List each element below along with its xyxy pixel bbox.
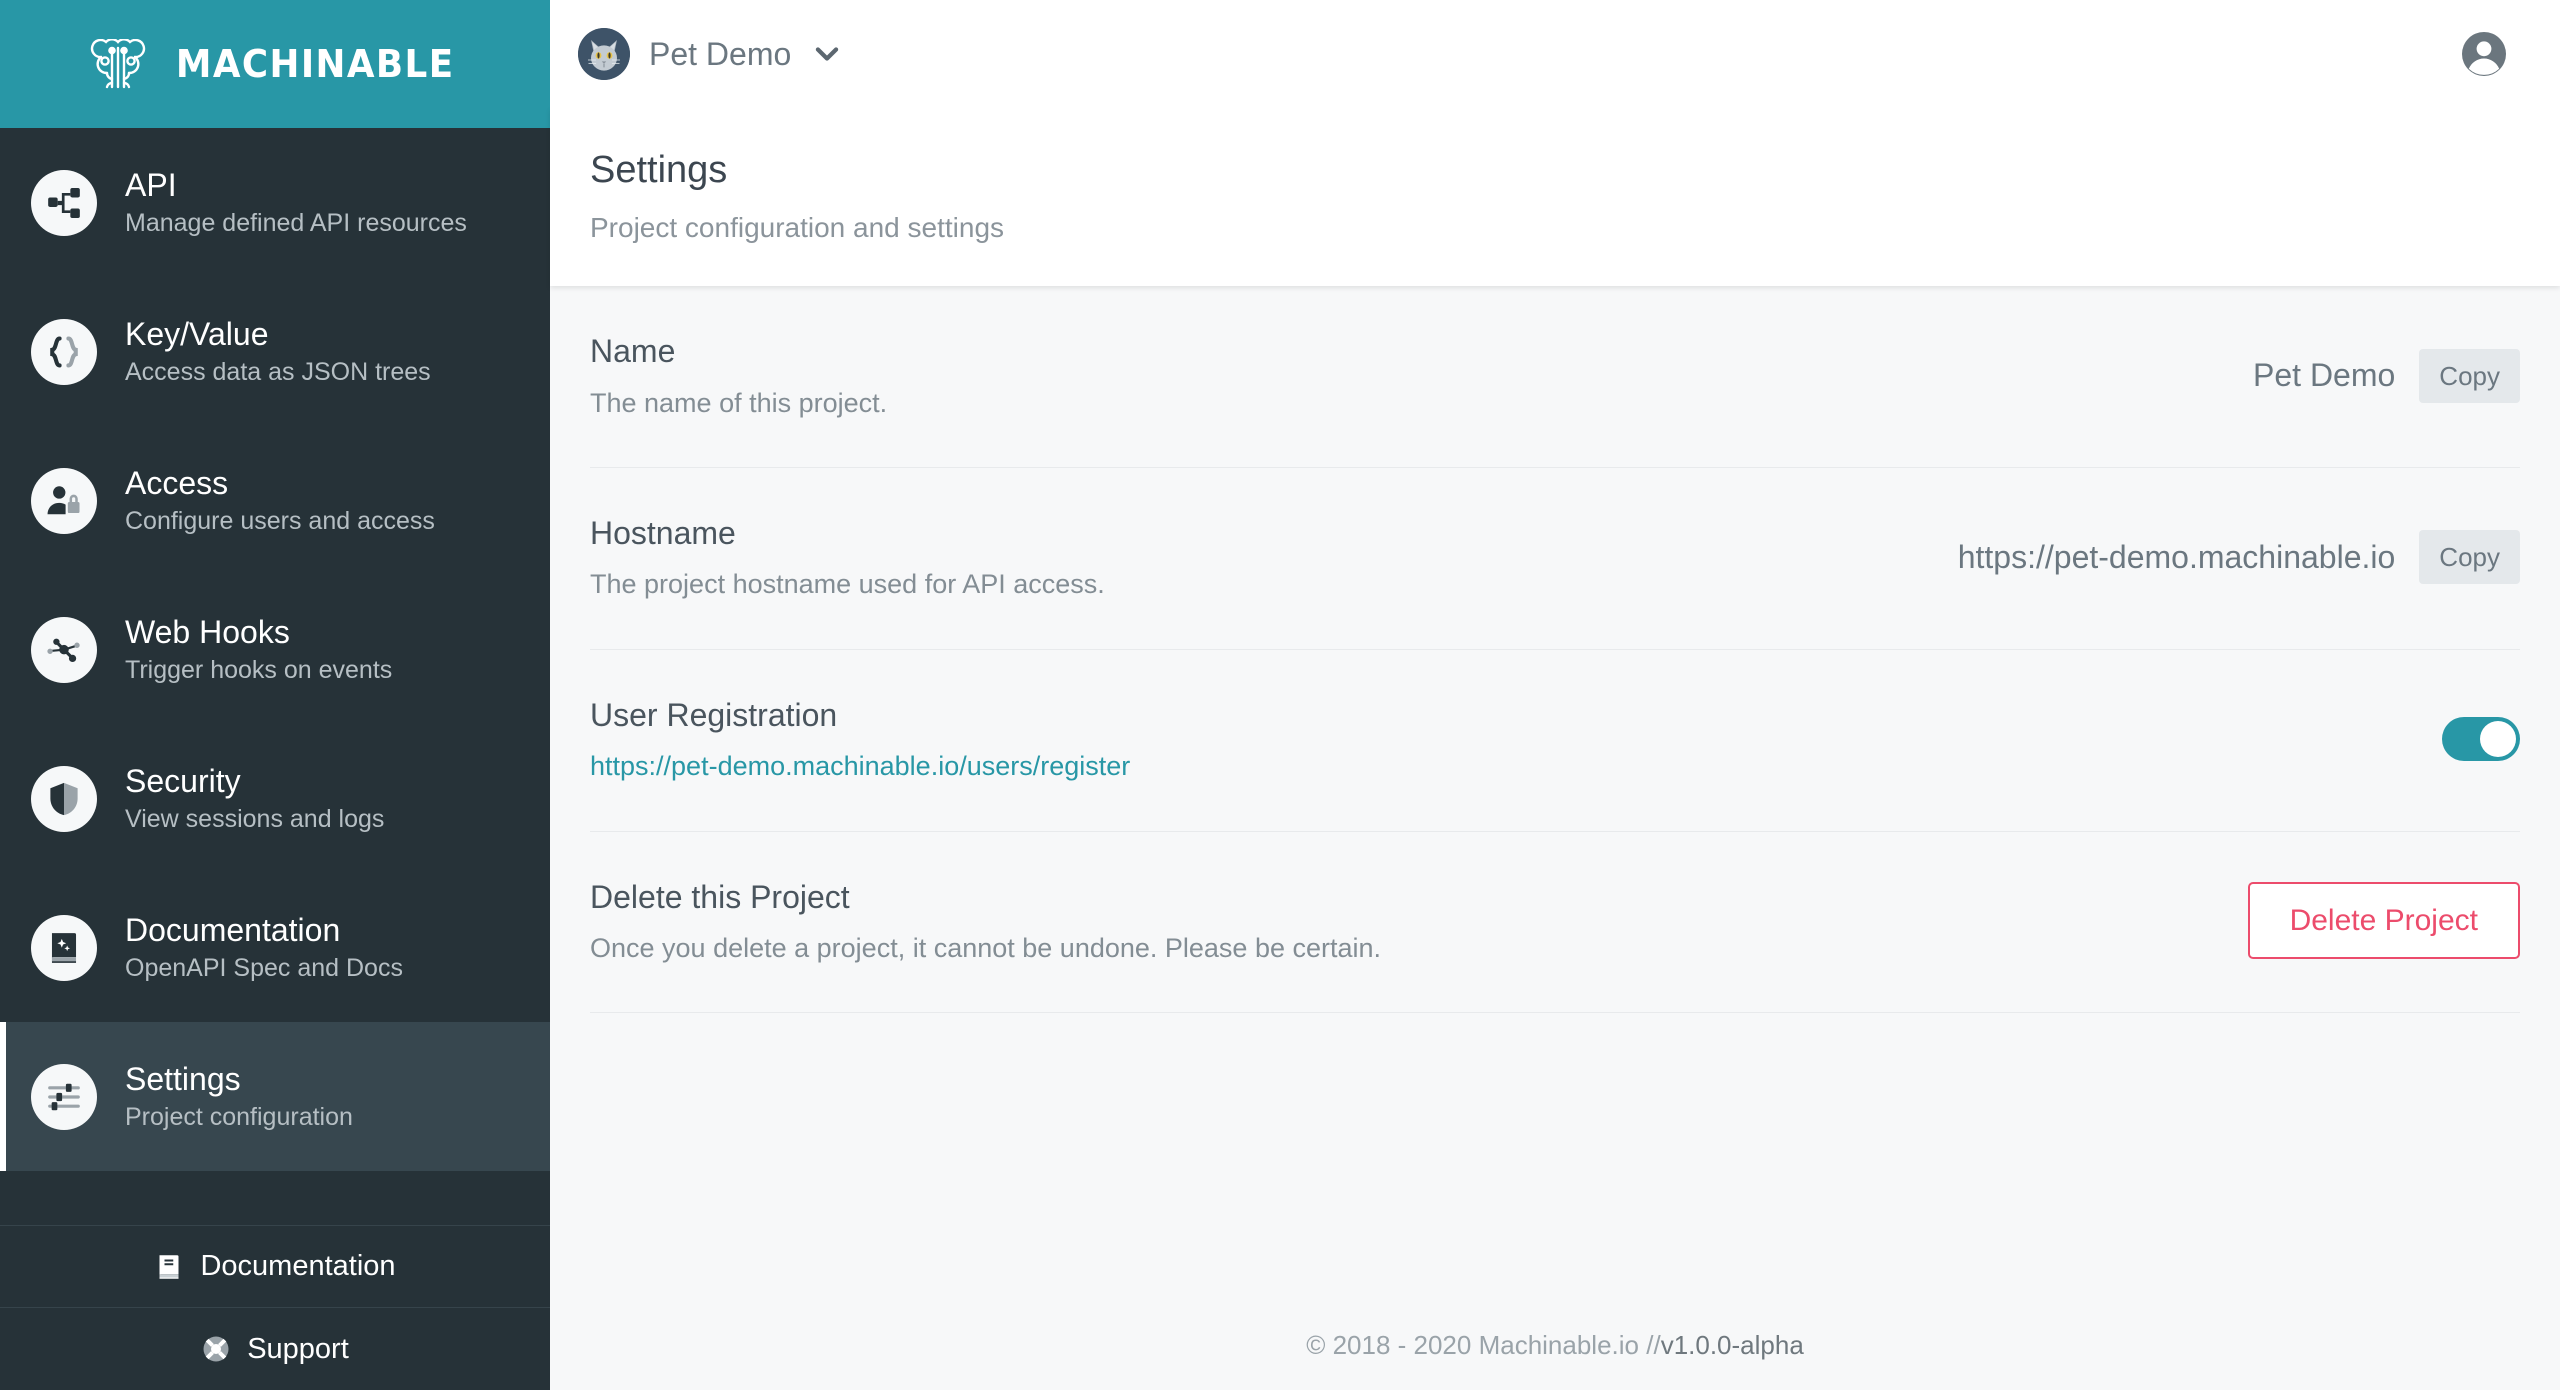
sidebar-item-subtitle: Manage defined API resources (125, 209, 467, 238)
bottom-link-label: Documentation (200, 1250, 396, 1282)
shield-icon (31, 765, 97, 832)
api-nodes-icon (31, 169, 97, 236)
brand-header[interactable]: MACHINABLE (0, 0, 550, 128)
sidebar-item-documentation[interactable]: Documentation OpenAPI Spec and Docs (0, 873, 550, 1022)
bottom-link-support[interactable]: Support (0, 1308, 550, 1390)
row-right: https://pet-demo.machinable.io Copy (1957, 530, 2520, 585)
project-name: Pet Demo (649, 35, 792, 72)
row-right: Pet Demo Copy (2253, 348, 2520, 403)
user-lock-icon (31, 467, 97, 534)
sidebar-item-text: API Manage defined API resources (125, 166, 467, 238)
settings-row-name: Name The name of this project. Pet Demo … (590, 286, 2520, 468)
sidebar-item-api[interactable]: API Manage defined API resources (0, 128, 550, 277)
sidebar-item-security[interactable]: Security View sessions and logs (0, 724, 550, 873)
sidebar-item-text: Settings Project configuration (125, 1060, 353, 1132)
bottom-link-documentation[interactable]: Documentation (0, 1226, 550, 1308)
settings-row-user-registration: User Registration https://pet-demo.machi… (590, 650, 2520, 832)
user-registration-toggle[interactable] (2442, 717, 2520, 762)
sidebar-item-subtitle: Project configuration (125, 1103, 353, 1132)
delete-project-button[interactable]: Delete Project (2247, 882, 2520, 960)
sidebar-item-title: Settings (125, 1060, 241, 1097)
sidebar-item-text: Access Configure users and access (125, 464, 435, 536)
footer: © 2018 - 2020 Machinable.io // v1.0.0-al… (550, 1300, 2560, 1390)
bottom-link-label: Support (247, 1332, 349, 1365)
settings-content: Name The name of this project. Pet Demo … (550, 286, 2560, 1300)
settings-row-hostname: Hostname The project hostname used for A… (590, 468, 2520, 650)
user-registration-link[interactable]: https://pet-demo.machinable.io/users/reg… (590, 751, 1130, 781)
sidebar-item-title: Access (125, 464, 229, 501)
copy-name-button[interactable]: Copy (2419, 348, 2520, 403)
main-area: Pet Demo Settings Project configuration … (550, 0, 2560, 1390)
row-label: Hostname (590, 514, 736, 551)
footer-version: v1.0.0-alpha (1660, 1329, 1804, 1360)
sidebar-item-title: Security (125, 762, 241, 799)
app-root: MACHINABLE API Manage defined API resour… (0, 0, 2560, 1390)
settings-row-delete-project: Delete this Project Once you delete a pr… (590, 832, 2520, 1014)
braces-icon (31, 318, 97, 385)
sidebar-item-title: API (125, 166, 177, 203)
sidebar-item-text: Security View sessions and logs (125, 762, 385, 834)
sidebar-item-subtitle: Trigger hooks on events (125, 656, 393, 685)
sidebar-item-web-hooks[interactable]: Web Hooks Trigger hooks on events (0, 575, 550, 724)
copy-hostname-button[interactable]: Copy (2419, 530, 2520, 585)
row-label: Name (590, 333, 676, 370)
account-circle-icon[interactable] (2460, 30, 2508, 78)
brain-tree-icon (90, 39, 145, 89)
row-left: Delete this Project Once you delete a pr… (590, 878, 2248, 965)
row-left: Hostname The project hostname used for A… (590, 514, 1958, 601)
sidebar-item-subtitle: Configure users and access (125, 507, 435, 536)
row-left: User Registration https://pet-demo.machi… (590, 696, 2442, 783)
sidebar-item-title: Key/Value (125, 315, 269, 352)
page-header: Settings Project configuration and setti… (550, 108, 2560, 287)
chevron-down-icon[interactable] (810, 37, 844, 71)
sidebar-item-settings[interactable]: Settings Project configuration (0, 1022, 550, 1171)
row-description: Once you delete a project, it cannot be … (590, 932, 1382, 963)
topbar: Pet Demo (550, 0, 2560, 108)
sliders-icon (31, 1063, 97, 1130)
project-switcher[interactable]: Pet Demo (578, 28, 844, 80)
sidebar-item-access[interactable]: Access Configure users and access (0, 426, 550, 575)
book-sparkle-icon (31, 914, 97, 981)
brand-name: MACHINABLE (175, 42, 455, 86)
sidebar-bottom-links: Documentation Support (0, 1225, 550, 1390)
book-icon (159, 1254, 179, 1279)
footer-copyright: © 2018 - 2020 Machinable.io // (1306, 1329, 1661, 1360)
sidebar-item-key-value[interactable]: Key/Value Access data as JSON trees (0, 277, 550, 426)
sidebar: MACHINABLE API Manage defined API resour… (0, 0, 550, 1390)
row-description: The project hostname used for API access… (590, 569, 1105, 600)
sidebar-item-title: Documentation (125, 911, 341, 948)
hostname-value: https://pet-demo.machinable.io (1957, 538, 2396, 575)
page-title: Settings (590, 149, 728, 191)
webhook-nodes-icon (31, 616, 97, 683)
row-label: User Registration (590, 696, 838, 733)
row-left: Name The name of this project. (590, 332, 2253, 419)
sidebar-item-subtitle: View sessions and logs (125, 805, 385, 834)
row-right: Delete Project (2247, 882, 2520, 960)
lifebuoy-icon (203, 1336, 229, 1362)
sidebar-item-subtitle: Access data as JSON trees (125, 358, 431, 387)
sidebar-item-text: Web Hooks Trigger hooks on events (125, 613, 393, 685)
project-name-value: Pet Demo (2253, 357, 2396, 394)
row-label: Delete this Project (590, 878, 850, 915)
sidebar-item-title: Web Hooks (125, 613, 290, 650)
row-right (2442, 717, 2520, 762)
sidebar-nav: API Manage defined API resources Key/Val… (0, 128, 550, 1225)
sidebar-item-text: Key/Value Access data as JSON trees (125, 315, 431, 387)
cat-avatar (578, 28, 630, 80)
toggle-knob (2480, 721, 2516, 758)
page-subtitle: Project configuration and settings (590, 211, 1005, 243)
sidebar-item-subtitle: OpenAPI Spec and Docs (125, 954, 403, 983)
row-description: The name of this project. (590, 387, 888, 418)
sidebar-item-text: Documentation OpenAPI Spec and Docs (125, 911, 403, 983)
